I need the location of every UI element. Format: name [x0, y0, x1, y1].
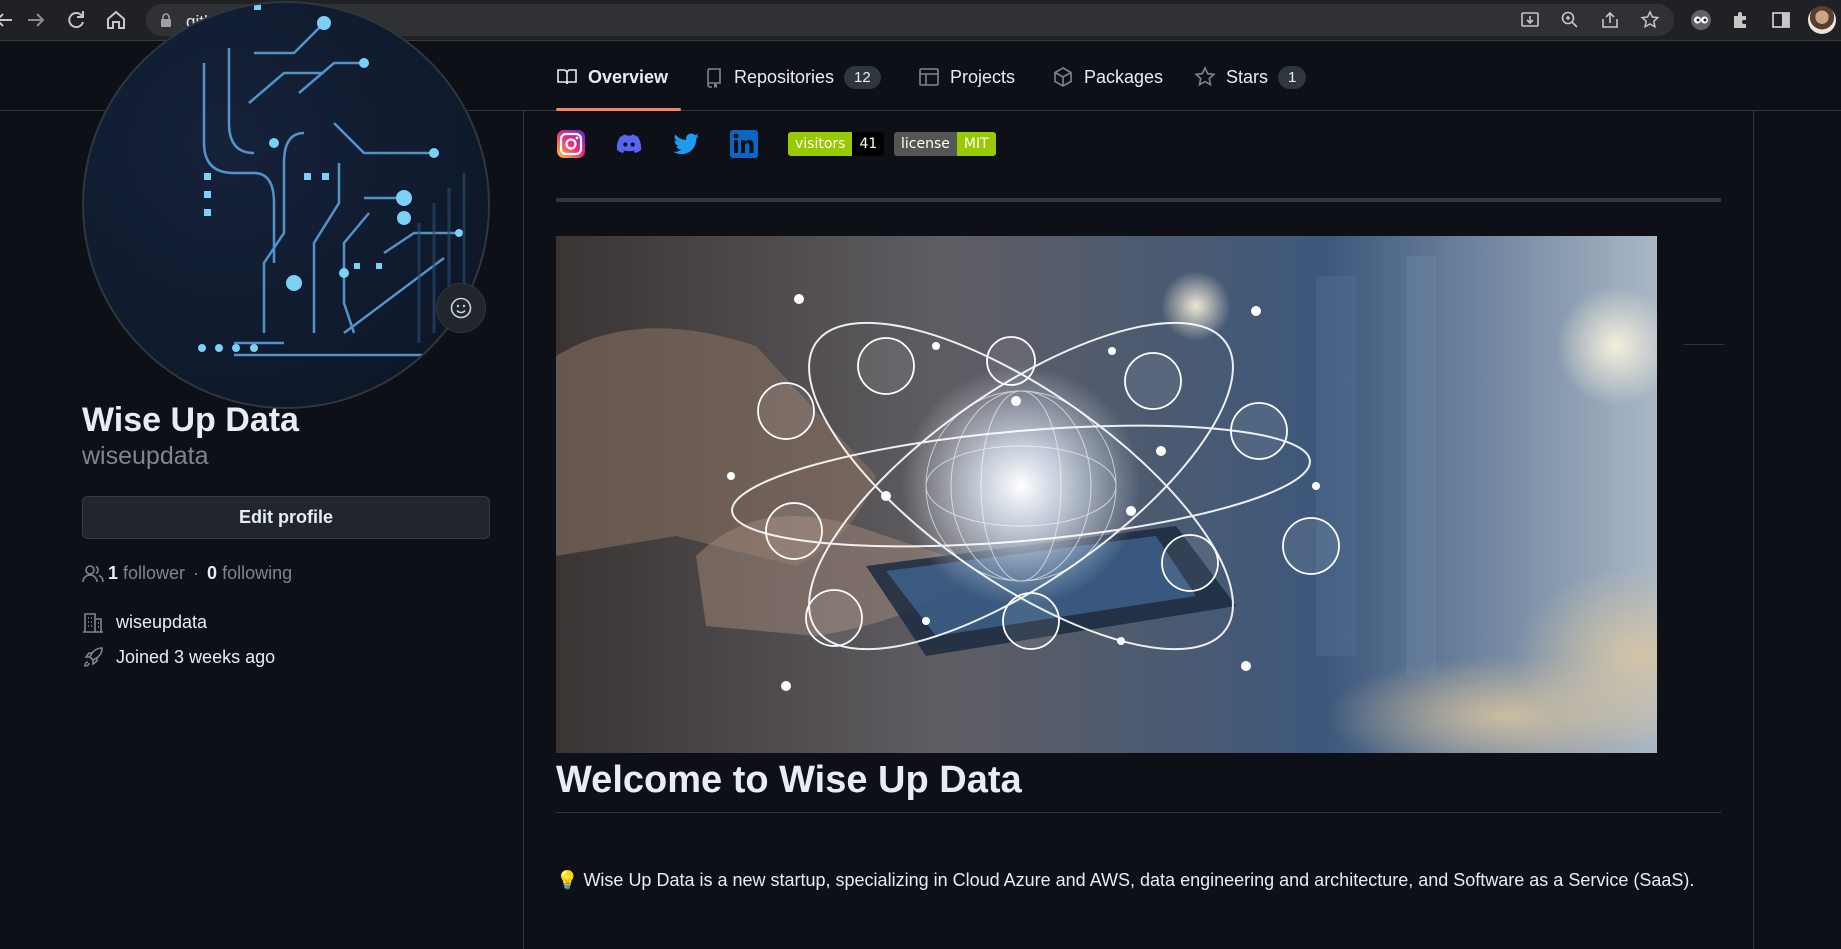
main-column-right-border [1753, 111, 1754, 949]
following-label: following [222, 563, 293, 583]
home-icon[interactable] [104, 8, 128, 32]
following-count: 0 [207, 563, 218, 583]
edit-profile-button[interactable]: Edit profile [82, 496, 490, 539]
smiley-icon [450, 297, 472, 319]
circuit-board-graphic [198, 3, 466, 357]
organization-link[interactable]: wiseupdata [116, 612, 207, 633]
readme-divider [556, 198, 1721, 202]
tab-label: Projects [950, 66, 1016, 87]
repositories-counter: 12 [844, 65, 881, 89]
package-icon [1054, 67, 1072, 87]
followers-count: 1 [108, 563, 119, 583]
bulb-icon: 💡 [556, 870, 579, 890]
profile-avatar[interactable] [82, 1, 490, 409]
heading-divider [556, 812, 1721, 813]
hero-banner-image [556, 236, 1657, 753]
tab-label: Stars [1226, 66, 1269, 87]
followers-link[interactable]: 1 follower [108, 563, 185, 584]
instagram-icon[interactable] [556, 129, 586, 159]
tab-repositories[interactable]: Repositories 12 [704, 57, 881, 97]
tab-label: Overview [588, 66, 669, 87]
rocket-icon [84, 647, 103, 667]
install-app-icon[interactable] [1520, 10, 1540, 30]
profile-name: Wise Up Data [82, 401, 299, 439]
badge-value: MIT [956, 132, 996, 156]
star-icon [1194, 66, 1216, 87]
lock-icon[interactable] [160, 13, 172, 27]
readme-heading: Welcome to Wise Up Data [556, 759, 1022, 801]
description-text: Wise Up Data is a new startup, specializ… [583, 870, 1695, 890]
tab-label: Packages [1084, 66, 1164, 87]
joined-text: Joined 3 weeks ago [116, 646, 276, 667]
table-icon [919, 68, 939, 86]
set-status-button[interactable] [436, 283, 486, 333]
browser-profile-avatar[interactable] [1808, 6, 1836, 34]
readme-description: 💡 Wise Up Data is a new startup, special… [556, 866, 1721, 895]
organization-row: wiseupdata [82, 611, 207, 633]
share-icon[interactable] [1600, 10, 1620, 30]
badge-label: license [894, 132, 957, 156]
license-badge[interactable]: license MIT [894, 132, 996, 156]
people-icon [82, 564, 104, 582]
tab-overview[interactable]: Overview [556, 57, 668, 97]
bookmark-star-icon[interactable] [1640, 10, 1660, 30]
reload-icon[interactable] [64, 8, 88, 32]
linkedin-icon[interactable] [729, 129, 759, 159]
side-panel-icon[interactable] [1770, 9, 1792, 31]
forward-icon[interactable] [24, 8, 48, 32]
discord-icon[interactable] [614, 129, 644, 159]
follow-stats: 1 follower · 0 following [82, 563, 292, 584]
joined-row: Joined 3 weeks ago [82, 646, 275, 668]
back-icon[interactable] [0, 8, 16, 32]
extensions-puzzle-icon[interactable] [1730, 9, 1752, 31]
tab-label: Repositories [734, 66, 835, 87]
twitter-icon[interactable] [671, 129, 701, 159]
divider-fragment [1684, 344, 1724, 345]
stars-counter: 1 [1278, 65, 1307, 89]
badge-label: visitors [788, 132, 853, 156]
tab-projects[interactable]: Projects [918, 57, 1015, 97]
organization-icon [83, 613, 103, 633]
zoom-icon[interactable] [1560, 10, 1580, 30]
profile-login: wiseupdata [82, 442, 209, 470]
github-profile-page: Overview Repositories 12 Projects Packag… [0, 1, 1841, 949]
active-tab-indicator [556, 108, 681, 111]
book-icon [557, 69, 577, 85]
visitors-badge[interactable]: visitors 41 [788, 132, 885, 156]
main-column-left-border [523, 111, 524, 949]
tab-packages[interactable]: Packages [1052, 57, 1163, 97]
following-link[interactable]: 0 following [207, 563, 292, 584]
follow-separator: · [193, 563, 200, 583]
repo-icon [707, 68, 721, 88]
followers-label: follower [123, 563, 186, 583]
tab-stars[interactable]: Stars 1 [1194, 57, 1307, 97]
badge-value: 41 [852, 132, 885, 156]
extension-eyes-icon[interactable] [1690, 9, 1712, 31]
